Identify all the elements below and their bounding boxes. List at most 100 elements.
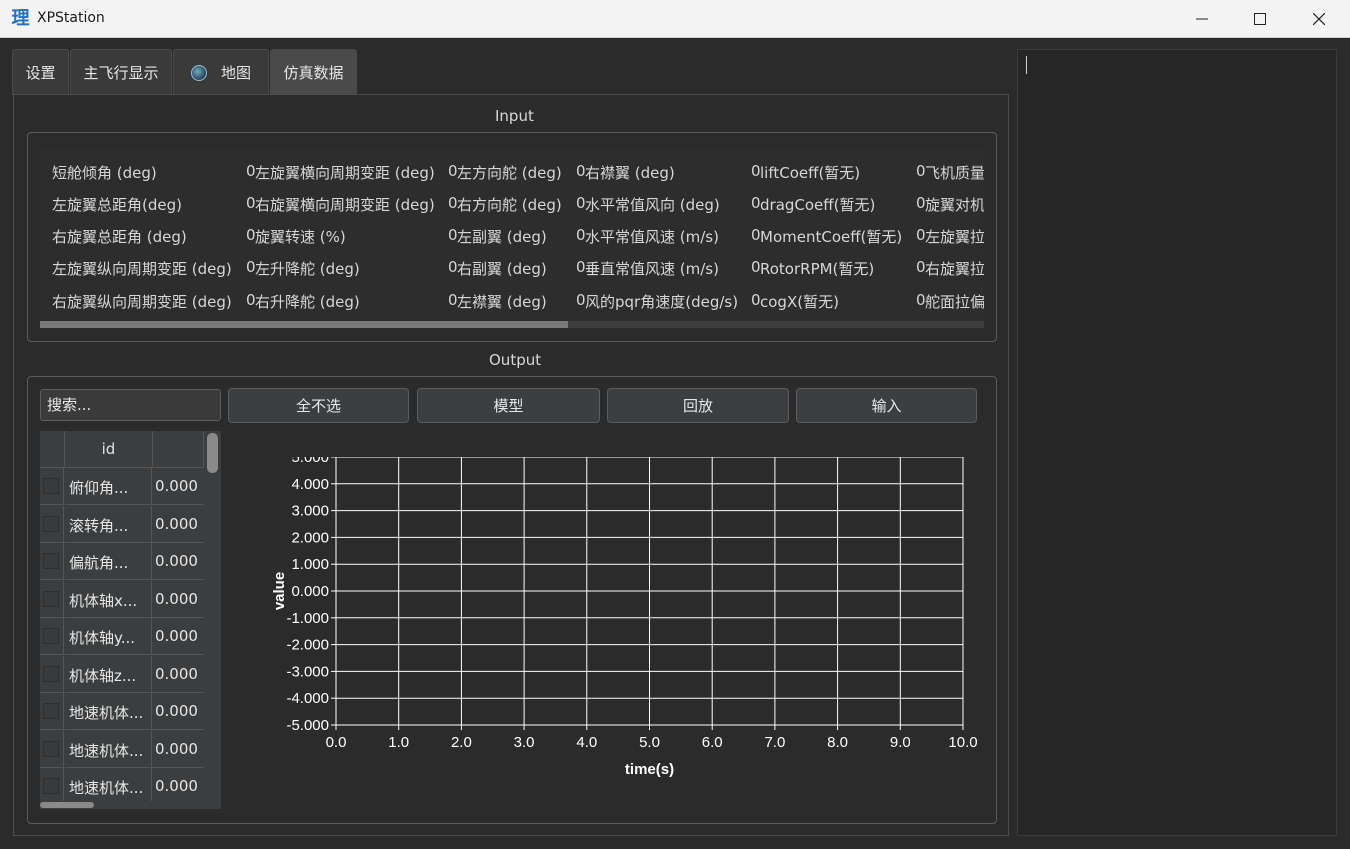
input-param-label: 左旋翼横向周期变距 (deg) [255, 164, 435, 182]
scrollbar-thumb[interactable] [207, 433, 218, 473]
globe-icon [190, 64, 207, 81]
input-horizontal-scrollbar[interactable] [40, 321, 984, 328]
row-checkbox[interactable] [40, 730, 64, 768]
input-param-label: 舵面拉偏 [925, 293, 984, 311]
checkbox-box[interactable] [43, 515, 59, 532]
log-text-panel[interactable] [1017, 49, 1337, 836]
x-tick-label: 6.0 [702, 734, 723, 751]
y-tick-label: -1.000 [286, 610, 329, 627]
table-row[interactable]: 机体轴z... 0.000 [40, 655, 221, 694]
tab-primary-flight-display[interactable]: 主飞行显示 [70, 49, 172, 95]
row-checkbox[interactable] [40, 580, 64, 618]
variable-name-cell: 机体轴x... [65, 580, 152, 618]
y-tick-label: 2.000 [291, 529, 329, 546]
input-param-label: 左副翼 (deg) [457, 228, 547, 246]
tab-label: 设置 [25, 64, 56, 82]
output-group-title: Output [489, 351, 542, 369]
maximize-button[interactable] [1231, 0, 1289, 38]
scrollbar-thumb[interactable] [40, 802, 94, 808]
table-row[interactable]: 机体轴y... 0.000 [40, 618, 221, 656]
y-tick-label: 3.000 [291, 503, 329, 520]
checkbox-box[interactable] [43, 778, 59, 794]
close-icon [1313, 13, 1325, 25]
checkbox-box[interactable] [43, 703, 59, 719]
variable-value-cell: 0.000 [152, 506, 204, 543]
variable-name-cell: 机体轴y... [65, 618, 152, 655]
checkbox-box[interactable] [43, 628, 59, 644]
y-tick-label: -4.000 [286, 690, 329, 707]
x-tick-label: 3.0 [514, 734, 535, 751]
minimize-button[interactable] [1173, 0, 1231, 38]
model-button[interactable]: 模型 [417, 388, 600, 423]
main-area: 设置 主飞行显示 地图 仿真数据 Input 短舱倾角 (deg) 0 左旋翼总距角… [1, 38, 1349, 848]
variable-value-cell: 0.000 [152, 543, 204, 580]
input-param-label: 左旋翼拉 [925, 228, 984, 246]
table-row[interactable]: 地速机体... 0.000 [40, 768, 221, 806]
variable-value-cell: 0.000 [152, 768, 204, 805]
x-tick-label: 9.0 [890, 734, 911, 751]
tab-map[interactable]: 地图 [173, 49, 269, 95]
search-input[interactable] [40, 389, 221, 421]
header-value-column[interactable] [153, 431, 204, 468]
x-tick-label: 7.0 [764, 734, 785, 751]
input-param-label: 右襟翼 (deg) [585, 164, 675, 182]
output-variable-table: id 俯仰角... 0.000 滚转角... 0.000 偏航角... 0.000 机体轴x… [40, 431, 221, 809]
y-tick-label: 1.000 [291, 556, 329, 573]
input-param-label: 右旋翼总距角 (deg) [52, 228, 187, 246]
variable-value-cell: 0.000 [152, 656, 204, 693]
scrollbar-thumb[interactable] [40, 321, 568, 328]
row-checkbox[interactable] [40, 768, 64, 805]
y-tick-label: -3.000 [286, 663, 329, 680]
table-row[interactable]: 偏航角... 0.000 [40, 543, 221, 581]
y-tick-label: 0.000 [291, 583, 329, 600]
title-bar: 理 XPStation [0, 0, 1350, 38]
table-header: id [40, 431, 221, 469]
row-checkbox[interactable] [40, 655, 64, 693]
input-button[interactable]: 输入 [796, 388, 977, 423]
input-parameter-grid: 短舱倾角 (deg) 0 左旋翼总距角(deg) 0 右旋翼总距角 (deg) 0 左旋翼纵… [40, 147, 984, 325]
row-checkbox[interactable] [40, 543, 64, 580]
table-vertical-scrollbar[interactable] [204, 431, 221, 809]
variable-name-cell: 地速机体... [65, 693, 152, 730]
simulation-data-pane: Input 短舱倾角 (deg) 0 左旋翼总距角(deg) 0 右旋翼总距角 (deg… [13, 94, 1009, 836]
input-param-label: 左旋翼纵向周期变距 (deg) [52, 260, 232, 278]
x-tick-label: 5.0 [639, 734, 660, 751]
input-param-label: 垂直常值风速 (m/s) [585, 260, 719, 278]
checkbox-box[interactable] [43, 740, 59, 757]
table-row[interactable]: 机体轴x... 0.000 [40, 580, 221, 619]
checkbox-box[interactable] [43, 590, 59, 607]
tab-simulation-data[interactable]: 仿真数据 [270, 49, 357, 95]
input-param-label: RotorRPM(暂无) [760, 260, 875, 278]
table-row[interactable]: 地速机体... 0.000 [40, 730, 221, 769]
variable-value-cell: 0.000 [152, 731, 204, 768]
row-checkbox[interactable] [40, 468, 64, 505]
x-axis-label: time(s) [625, 761, 674, 778]
input-param-label: 右旋翼横向周期变距 (deg) [255, 196, 435, 214]
table-row[interactable]: 地速机体... 0.000 [40, 693, 221, 731]
input-param-label: 右升降舵 (deg) [255, 293, 360, 311]
input-param-label: 右旋翼纵向周期变距 (deg) [52, 293, 232, 311]
deselect-all-button[interactable]: 全不选 [228, 388, 409, 423]
checkbox-box[interactable] [43, 665, 59, 682]
header-id-column[interactable]: id [65, 431, 153, 468]
y-tick-label: 5.000 [291, 457, 329, 466]
row-checkbox[interactable] [40, 505, 64, 543]
playback-button[interactable]: 回放 [607, 388, 789, 423]
close-button[interactable] [1290, 0, 1348, 38]
row-checkbox[interactable] [40, 618, 64, 655]
table-row[interactable]: 滚转角... 0.000 [40, 505, 221, 544]
checkbox-box[interactable] [43, 553, 59, 569]
table-horizontal-scrollbar[interactable] [40, 801, 204, 809]
tab-label: 地图 [220, 64, 251, 82]
row-checkbox[interactable] [40, 693, 64, 730]
x-tick-label: 0.0 [326, 734, 347, 751]
checkbox-box[interactable] [43, 478, 59, 494]
time-series-chart[interactable]: 0.0 1.0 2.0 3.0 4.0 5.0 6.0 7.0 8.0 9.0 10.0 5.000 4… [228, 457, 998, 817]
header-checkbox-column[interactable] [40, 431, 65, 468]
variable-value-cell: 0.000 [152, 468, 204, 505]
table-row[interactable]: 俯仰角... 0.000 [40, 468, 221, 506]
input-param-label: MomentCoeff(暂无) [760, 228, 903, 246]
input-param-label: 旋翼对机 [925, 196, 984, 214]
tab-settings[interactable]: 设置 [12, 49, 69, 95]
maximize-icon [1254, 13, 1266, 25]
